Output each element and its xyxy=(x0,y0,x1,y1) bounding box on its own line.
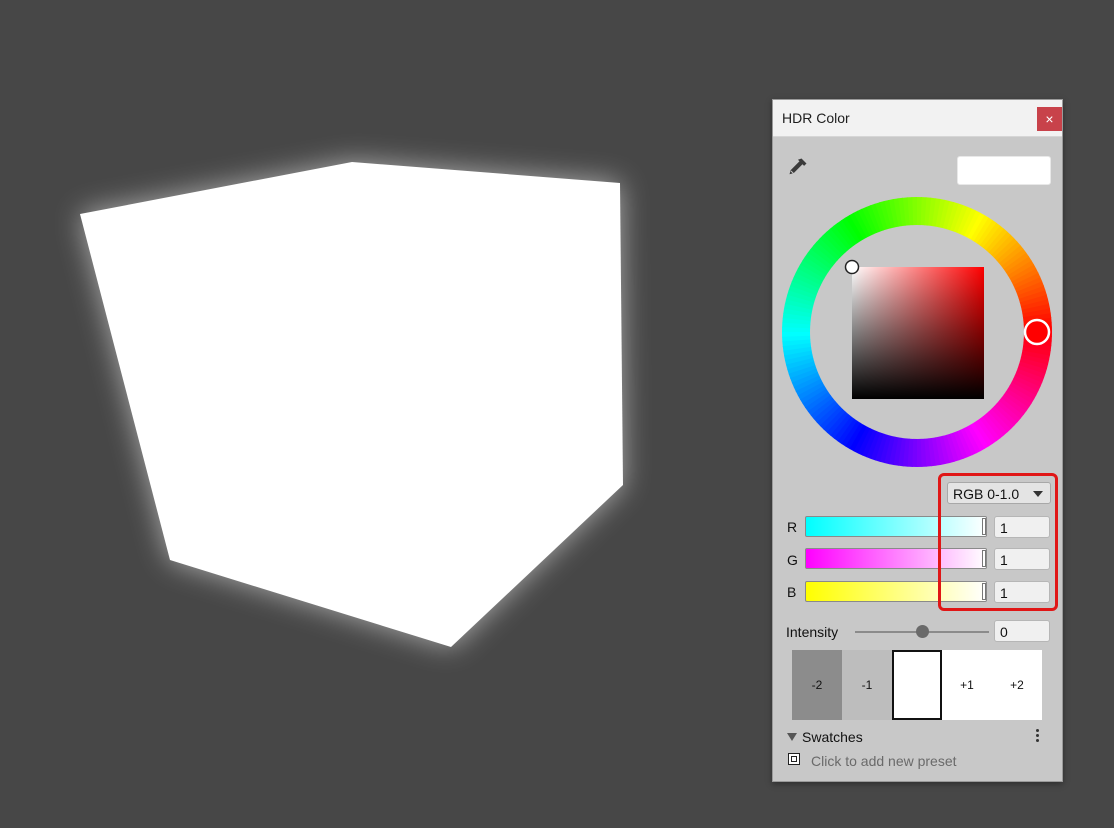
collapse-triangle-icon[interactable] xyxy=(787,733,797,741)
hdr-color-picker-window: HDR Color × RGB 0-1.0 R 1 G 1 B 1 Intens… xyxy=(772,99,1063,782)
intensity-slider-handle[interactable] xyxy=(916,625,929,638)
close-button[interactable]: × xyxy=(1037,107,1062,131)
exposure-swatches: -2 -1 +1 +2 xyxy=(792,650,1042,720)
channel-r-label: R xyxy=(787,519,798,535)
saturation-value-square[interactable] xyxy=(852,267,984,399)
exposure-plus-1[interactable]: +1 xyxy=(942,650,992,720)
channel-b-label: B xyxy=(787,584,797,600)
add-preset-label[interactable]: Click to add new preset xyxy=(811,753,957,769)
color-wheel[interactable] xyxy=(782,197,1052,467)
hue-handle[interactable] xyxy=(1023,318,1051,346)
glowing-cube xyxy=(80,162,623,647)
saturation-value-handle[interactable] xyxy=(844,259,860,275)
intensity-input[interactable]: 0 xyxy=(994,620,1050,642)
exposure-minus-2[interactable]: -2 xyxy=(792,650,842,720)
add-preset-button[interactable] xyxy=(788,753,800,765)
exposure-current[interactable] xyxy=(892,650,942,720)
swatches-header[interactable]: Swatches xyxy=(802,729,863,745)
intensity-label: Intensity xyxy=(786,624,839,640)
eyedropper-icon xyxy=(789,158,807,175)
window-title: HDR Color xyxy=(782,110,850,126)
channel-g-label: G xyxy=(787,552,798,568)
exposure-plus-2[interactable]: +2 xyxy=(992,650,1042,720)
eyedropper-button[interactable] xyxy=(785,156,809,180)
exposure-minus-1[interactable]: -1 xyxy=(842,650,892,720)
title-bar[interactable]: HDR Color × xyxy=(773,100,1062,137)
current-color-preview xyxy=(957,156,1051,185)
highlight-annotation-box xyxy=(938,473,1058,611)
close-icon: × xyxy=(1045,111,1054,127)
kebab-menu-icon[interactable] xyxy=(1034,728,1042,744)
